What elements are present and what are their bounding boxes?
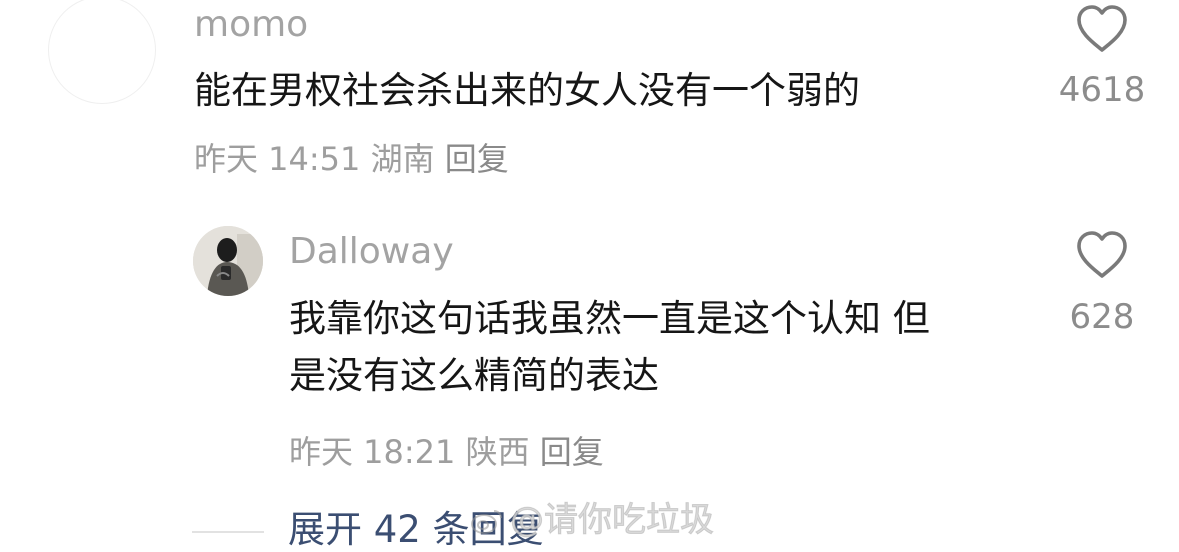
watermark: @请你吃垃圾 <box>470 500 715 540</box>
avatar-momo[interactable] <box>48 0 156 104</box>
avatar-photo-image <box>193 226 263 296</box>
reply-button[interactable]: 回复 <box>540 433 604 471</box>
comment-time: 昨天 14:51 <box>194 140 361 178</box>
like-count-momo: 4618 <box>1058 70 1146 110</box>
comment-line: 能在男权社会杀出来的女人没有一个弱的 <box>194 69 860 112</box>
weibo-logo-icon <box>471 510 502 534</box>
reply-button[interactable]: 回复 <box>445 140 509 178</box>
comment-text-dalloway[interactable]: 我靠你这句话我虽然一直是这个认知 但 是没有这么精简的表达 <box>289 290 930 404</box>
comment-meta-momo: 昨天 14:51 湖南 回复 <box>194 143 509 175</box>
heart-outline-icon <box>1077 231 1127 278</box>
avatar-dalloway[interactable] <box>193 226 263 296</box>
heart-outline-icon <box>1077 5 1127 52</box>
comment-line: 是没有这么精简的表达 <box>289 354 659 397</box>
comment-line: 我靠你这句话我虽然一直是这个认知 但 <box>289 297 930 340</box>
comment-time: 昨天 18:21 <box>289 433 456 471</box>
comment-text-momo[interactable]: 能在男权社会杀出来的女人没有一个弱的 <box>194 62 860 119</box>
username-dalloway[interactable]: Dalloway <box>289 234 454 270</box>
watermark-text: @请你吃垃圾 <box>510 500 715 540</box>
username-momo[interactable]: momo <box>194 7 308 43</box>
comment-location: 陕西 <box>465 433 530 471</box>
like-button-dalloway[interactable] <box>1075 230 1129 284</box>
comment-meta-dalloway: 昨天 18:21 陕西 回复 <box>289 436 604 468</box>
like-button-momo[interactable] <box>1075 4 1129 58</box>
replies-divider <box>192 531 264 533</box>
comment-location: 湖南 <box>370 140 435 178</box>
like-count-dalloway: 628 <box>1069 297 1135 337</box>
